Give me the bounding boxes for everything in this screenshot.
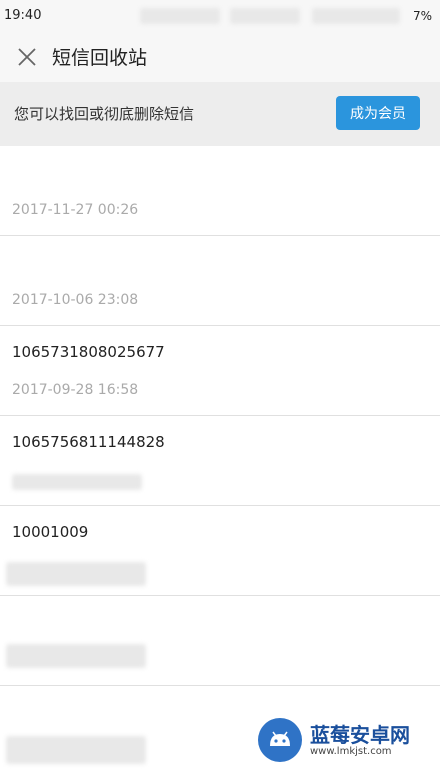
message-sender: 10001009 [12,523,89,541]
status-blur-3 [312,8,400,24]
message-item[interactable]: 1065756811144828 [0,416,440,506]
status-bar: 19:40 7% [0,0,440,32]
watermark-url: www.lmkjst.com [310,746,392,757]
message-item[interactable]: 1065731808025677 2017-09-28 16:58 [0,326,440,416]
battery-percent: 7% [412,9,432,23]
watermark: 蓝莓安卓网 www.lmkjst.com [258,718,438,766]
banner-text: 您可以找回或彻底删除短信 [14,105,195,123]
message-item[interactable]: 2017-10-06 23:08 [0,236,440,326]
message-item[interactable]: 2017-11-27 00:26 [0,146,440,236]
message-sender: 1065756811144828 [12,433,165,451]
message-time: 2017-10-06 23:08 [12,292,139,308]
watermark-name: 蓝莓安卓网 [310,723,410,747]
message-time-blur [6,562,146,586]
message-sender-blur [6,736,146,764]
become-member-button[interactable]: 成为会员 [336,96,420,130]
message-sender: 1065731808025677 [12,343,165,361]
close-icon [18,48,36,66]
message-item[interactable] [0,596,440,686]
close-button[interactable] [10,40,44,74]
message-sender-blur [6,644,146,668]
watermark-logo [258,718,302,762]
status-blur-2 [230,8,300,24]
message-time: 2017-09-28 16:58 [12,382,139,398]
android-icon [270,731,290,746]
page-title: 短信回收站 [52,47,148,69]
member-banner: 您可以找回或彻底删除短信 成为会员 [0,82,440,146]
message-time: 2017-11-27 00:26 [12,202,139,218]
status-blur-1 [140,8,220,24]
message-list: 2017-11-27 00:26 2017-10-06 23:08 106573… [0,146,440,775]
app-bar: 短信回收站 [0,32,440,82]
status-time: 19:40 [4,8,42,23]
message-item[interactable]: 10001009 [0,506,440,596]
message-time-blur [12,474,142,490]
